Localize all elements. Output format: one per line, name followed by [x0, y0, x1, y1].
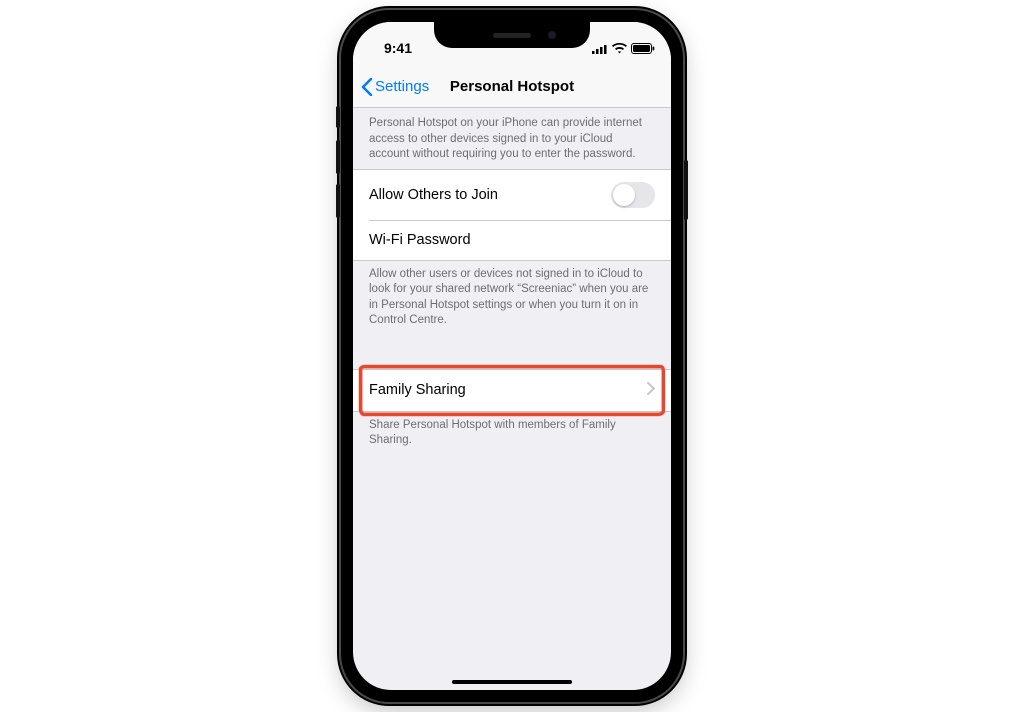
speaker-grille — [493, 33, 531, 38]
toggle-knob — [613, 184, 635, 206]
status-icons — [592, 43, 655, 54]
allow-others-toggle[interactable] — [611, 182, 655, 208]
hotspot-settings-group: Allow Others to Join Wi-Fi Password — [353, 169, 671, 261]
front-camera — [548, 31, 556, 39]
home-indicator[interactable] — [452, 680, 572, 684]
phone-frame: 9:41 — [341, 10, 683, 702]
content: Personal Hotspot on your iPhone can prov… — [353, 108, 671, 455]
family-sharing-group: Family Sharing — [353, 369, 671, 412]
navigation-bar: Settings Personal Hotspot — [353, 66, 671, 108]
side-button — [684, 160, 688, 220]
notch — [434, 22, 590, 48]
family-sharing-cell[interactable]: Family Sharing — [353, 370, 671, 411]
status-time: 9:41 — [353, 40, 443, 56]
family-sharing-section: Family Sharing — [353, 369, 671, 412]
cellular-signal-icon — [592, 44, 608, 54]
wifi-icon — [612, 43, 627, 54]
family-sharing-footer-note: Share Personal Hotspot with members of F… — [353, 412, 671, 455]
screen: 9:41 — [353, 22, 671, 690]
volume-down-button — [336, 184, 340, 218]
chevron-left-icon — [361, 78, 373, 96]
hotspot-intro-note: Personal Hotspot on your iPhone can prov… — [353, 108, 671, 169]
ring-silent-switch — [336, 106, 340, 128]
wifi-password-label: Wi-Fi Password — [369, 232, 471, 248]
volume-up-button — [336, 140, 340, 174]
back-label: Settings — [375, 78, 429, 95]
allow-others-footer-note: Allow other users or devices not signed … — [353, 261, 671, 335]
family-sharing-label: Family Sharing — [369, 382, 466, 398]
allow-others-label: Allow Others to Join — [369, 187, 498, 203]
allow-others-cell[interactable]: Allow Others to Join — [353, 170, 671, 220]
battery-icon — [631, 43, 655, 54]
chevron-right-icon — [647, 382, 655, 399]
page-title: Personal Hotspot — [450, 78, 574, 95]
wifi-password-cell[interactable]: Wi-Fi Password — [353, 220, 671, 260]
back-button[interactable]: Settings — [361, 66, 429, 107]
